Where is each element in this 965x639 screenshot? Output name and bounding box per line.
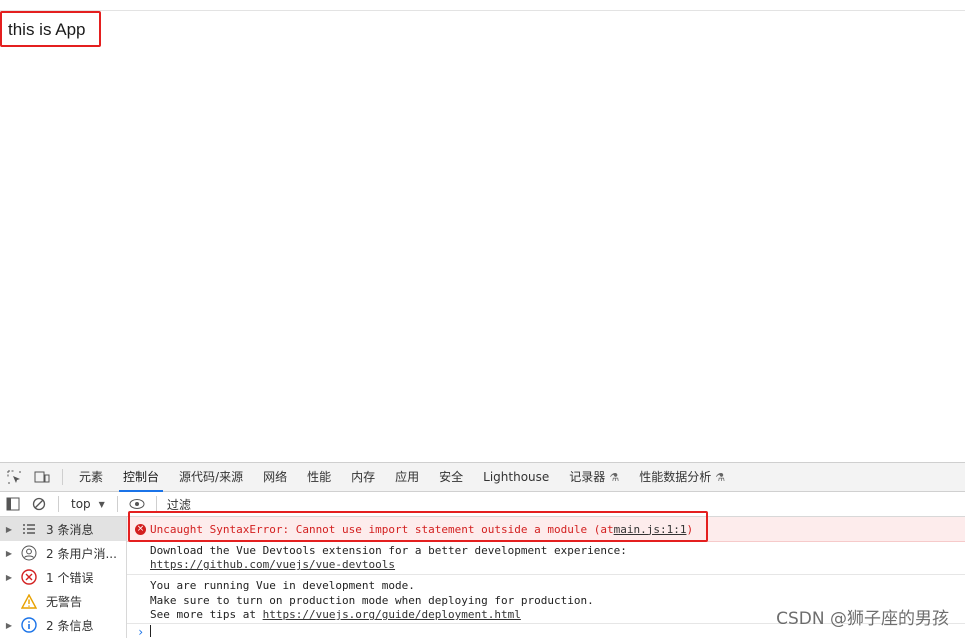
sidebar-item-label: 无警告 — [46, 594, 83, 609]
flask-icon: ⚗ — [715, 471, 726, 484]
sidebar-item-user-messages[interactable]: ▶ 2 条用户消... — [0, 541, 126, 565]
tab-network[interactable]: 网络 — [253, 463, 297, 491]
vue-msg-line1: You are running Vue in development mode. — [150, 579, 415, 592]
console-sidebar: ▶ 3 条消息 ▶ 2 条用户消... ▶ 1 个错误 无警告 ▶ 2 条信息 — [0, 517, 127, 638]
tab-recorder[interactable]: 记录器 ⚗ — [559, 463, 629, 491]
devtools-tabbar: 元素 控制台 源代码/来源 网络 性能 内存 应用 安全 Lighthouse … — [0, 463, 965, 492]
console-input[interactable] — [150, 625, 151, 637]
filterbar-separator — [58, 496, 59, 512]
sidebar-item-label: 2 条用户消... — [46, 546, 117, 561]
watermark: CSDN @狮子座的男孩 — [776, 609, 949, 629]
sidebar-item-label: 1 个错误 — [46, 570, 94, 585]
filterbar-separator — [116, 496, 118, 512]
filter-input[interactable]: 过滤 — [167, 496, 191, 513]
vue-msg-link[interactable]: https://vuejs.org/guide/deployment.html — [263, 608, 521, 621]
tab-memory[interactable]: 内存 — [341, 463, 385, 491]
flask-icon: ⚗ — [609, 471, 620, 484]
error-highlight-box — [128, 511, 708, 542]
sidebar-item-label: 3 条消息 — [46, 522, 94, 537]
expand-arrow-icon[interactable]: ▶ — [0, 573, 18, 582]
tab-recorder-label: 记录器 — [569, 470, 606, 484]
clear-console-icon[interactable] — [26, 492, 52, 516]
context-selector-label: top — [71, 497, 91, 511]
inspect-element-icon[interactable] — [0, 463, 28, 491]
sidebar-item-label: 2 条信息 — [46, 618, 94, 633]
tab-lighthouse[interactable]: Lighthouse — [473, 463, 559, 491]
error-icon — [18, 569, 40, 585]
devtools-msg-line1: Download the Vue Devtools extension for … — [150, 544, 627, 557]
tab-sources[interactable]: 源代码/来源 — [169, 463, 253, 491]
tab-performance[interactable]: 性能 — [297, 463, 341, 491]
user-icon — [18, 545, 40, 561]
tab-performance-insights-label: 性能数据分析 — [639, 470, 712, 484]
sidebar-item-info[interactable]: ▶ 2 条信息 — [0, 613, 126, 637]
vue-msg-line2: Make sure to turn on production mode whe… — [150, 594, 594, 607]
tabbar-separator — [62, 469, 63, 485]
warning-icon — [18, 593, 40, 609]
tab-elements[interactable]: 元素 — [69, 463, 113, 491]
expand-arrow-icon[interactable]: ▶ — [0, 549, 18, 558]
sidebar-item-errors[interactable]: ▶ 1 个错误 — [0, 565, 126, 589]
filterbar-separator — [155, 496, 157, 512]
sidebar-toggle-icon[interactable] — [0, 492, 26, 516]
sidebar-item-warnings[interactable]: 无警告 — [0, 589, 126, 613]
app-text: this is App — [8, 20, 86, 39]
caret-down-icon: ▼ — [98, 499, 105, 509]
context-selector[interactable]: top ▼ — [65, 497, 111, 511]
devtools-msg-link[interactable]: https://github.com/vuejs/vue-devtools — [150, 558, 395, 572]
tab-security[interactable]: 安全 — [429, 463, 473, 491]
tab-application[interactable]: 应用 — [385, 463, 429, 491]
list-icon — [18, 523, 40, 535]
top-divider — [0, 10, 965, 11]
console-divider — [127, 574, 965, 575]
expand-arrow-icon[interactable]: ▶ — [0, 525, 18, 534]
tab-performance-insights[interactable]: 性能数据分析 ⚗ — [629, 463, 735, 491]
info-icon — [18, 617, 40, 633]
vue-msg-line3-prefix: See more tips at — [150, 608, 263, 621]
sidebar-item-messages[interactable]: ▶ 3 条消息 — [0, 517, 126, 541]
tab-console[interactable]: 控制台 — [113, 463, 169, 492]
device-toolbar-icon[interactable] — [28, 463, 56, 491]
expand-arrow-icon[interactable]: ▶ — [0, 621, 18, 630]
vue-msg-line3: See more tips at https://vuejs.org/guide… — [150, 608, 521, 622]
